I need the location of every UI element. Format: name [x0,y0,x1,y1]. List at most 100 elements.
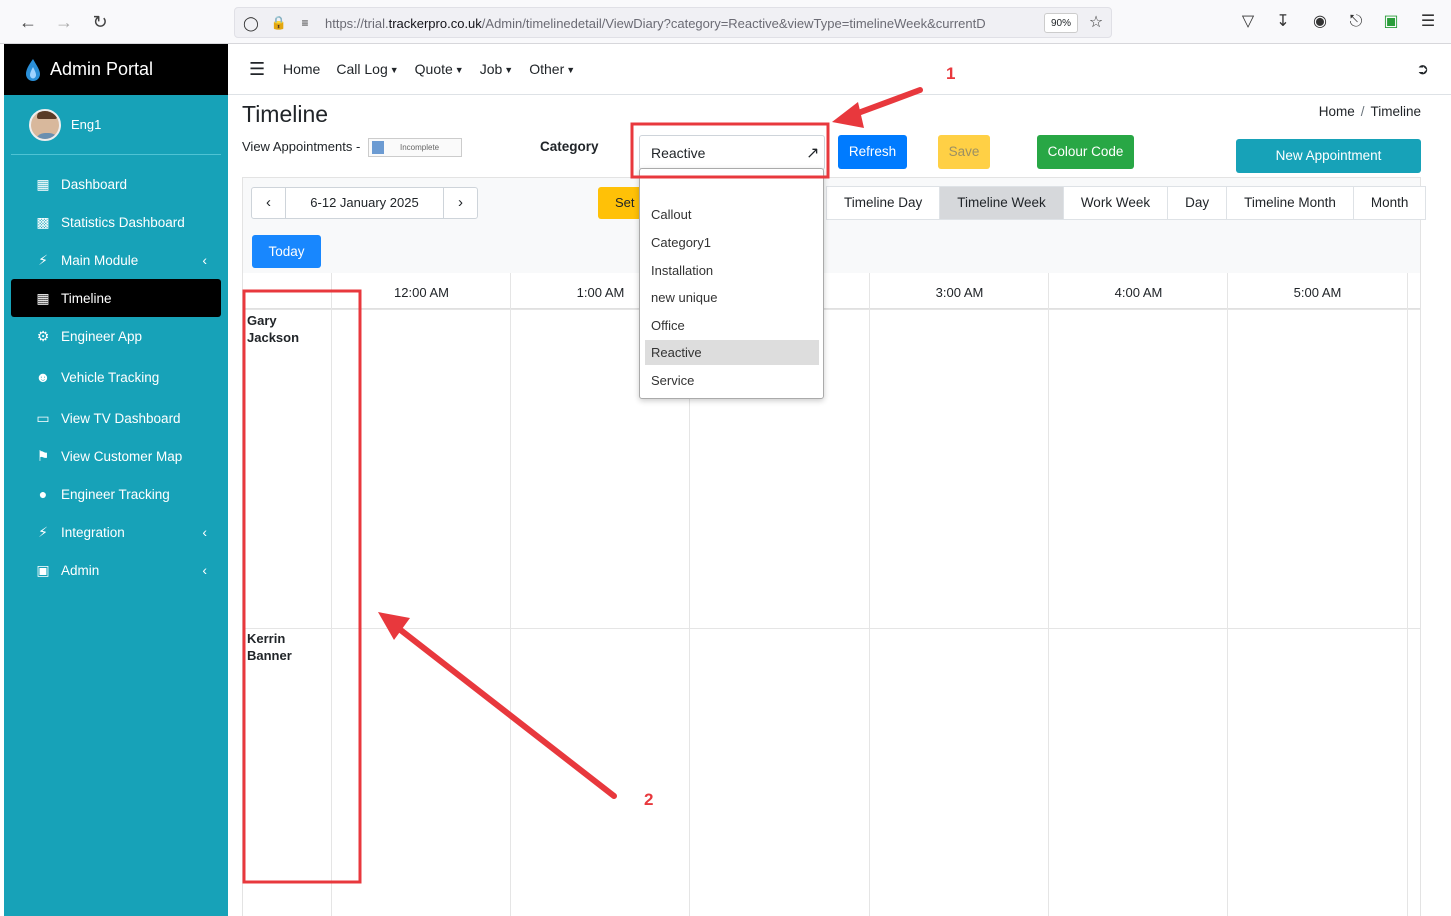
nav-call-log[interactable]: Call Log ▼ [336,61,398,77]
colour-code-button[interactable]: Colour Code [1037,135,1134,169]
date-navigator: ‹ 6-12 January 2025 › [251,187,478,219]
tab-timeline-day[interactable]: Timeline Day [827,187,939,219]
view-tabs: Timeline Day Timeline Week Work Week Day… [826,186,1427,220]
incomplete-toggle[interactable]: Incomplete [368,138,462,157]
tab-month[interactable]: Month [1352,187,1426,219]
sidebar-menu: ▦ Dashboard ▩ Statistics Dashboard ⚡ Mai… [4,165,228,589]
refresh-button[interactable]: Refresh [838,135,907,169]
sidebar-item-label: Statistics Dashboard [61,214,185,230]
sidebar-item-vehicle-tracking[interactable]: ☻ Vehicle Tracking [11,355,221,399]
today-button[interactable]: Today [252,235,321,268]
chevron-right-icon[interactable]: › [444,188,477,218]
tab-timeline-month[interactable]: Timeline Month [1226,187,1353,219]
category-select[interactable]: Reactive [639,135,825,170]
forward-icon[interactable]: → [53,11,75,33]
sidebar-item-label: Main Module [61,252,139,268]
sidebar-item-view-tv-dashboard[interactable]: ▭ View TV Dashboard [11,399,221,437]
category-dropdown: Callout Category1 Installation new uniqu… [639,168,824,399]
dropdown-option[interactable]: Installation [645,258,819,283]
flame-logo-icon [26,58,40,81]
annotation-label-1: 1 [946,64,956,83]
zoom-level[interactable]: 90% [1044,13,1078,33]
breadcrumb: Home / Timeline [1318,104,1421,119]
sidebar-item-engineer-tracking[interactable]: ● Engineer Tracking [11,475,221,513]
address-bar[interactable]: ◯ 🔒 ≡ https://trial.trackerpro.co.uk/Adm… [234,7,1112,38]
dropdown-option[interactable]: new unique [645,285,819,310]
nav-quote[interactable]: Quote ▼ [415,61,464,77]
nav-job[interactable]: Job ▼ [480,61,514,77]
url-text[interactable]: https://trial.trackerpro.co.uk/Admin/tim… [325,16,1037,31]
breadcrumb-home[interactable]: Home [1319,104,1355,119]
sidebar-item-label: Dashboard [61,176,128,192]
dropdown-option-selected[interactable]: Reactive [645,340,819,365]
time-column[interactable]: 5:00 AM [1227,273,1407,916]
sidebar-item-dashboard[interactable]: ▦ Dashboard [11,165,221,203]
caret-down-icon: ▼ [566,65,576,76]
time-label: 12:00 AM [394,285,449,300]
breadcrumb-current: Timeline [1370,104,1421,119]
download-icon[interactable]: ↧ [1273,12,1293,32]
resource-gary-jackson: Gary Jackson [247,313,300,345]
time-column[interactable]: 4:00 AM [1048,273,1227,916]
chevron-left-icon: ‹ [202,252,207,268]
sidebar-item-statistics-dashboard[interactable]: ▩ Statistics Dashboard [11,203,221,241]
sidebar-item-timeline[interactable]: ▦ Timeline [11,279,221,317]
permissions-icon[interactable]: ≡ [295,13,315,33]
arrow-1-head [832,102,864,128]
user-panel[interactable]: Eng1 [11,95,221,155]
tab-day[interactable]: Day [1167,187,1226,219]
bookmark-star-icon[interactable]: ☆ [1086,13,1106,33]
sidebar-item-view-customer-map[interactable]: ⚑ View Customer Map [11,437,221,475]
time-column[interactable]: 3:00 AM [869,273,1048,916]
lock-icon[interactable]: 🔒 [269,13,289,33]
hamburger-icon[interactable]: ☰ [249,59,265,80]
dropdown-option[interactable]: Callout [645,202,819,227]
caret-down-icon: ▼ [454,65,464,76]
grid-icon: ▦ [36,175,50,192]
dropdown-search[interactable] [644,172,820,182]
dropdown-option[interactable]: Category1 [645,230,819,255]
resource-kerrin-banner: Kerrin Banner [247,631,292,663]
row-divider [243,628,1420,629]
time-column[interactable]: 12:00 AM [331,273,510,916]
sidebar-item-main-module[interactable]: ⚡ Main Module ‹ [11,241,221,279]
account-icon[interactable]: ◉ [1310,12,1330,32]
sidebar-item-label: Integration [61,524,125,540]
map-icon: ⚑ [36,447,50,464]
dropdown-option[interactable]: Office [645,313,819,338]
plug-icon: ⚡ [38,523,48,540]
logout-icon[interactable]: ➲ [1416,60,1429,78]
nav-home[interactable]: Home [283,61,320,77]
time-label: 5:00 AM [1293,285,1342,300]
extensions-icon[interactable]: ⎋ [1346,12,1366,32]
chevron-left-icon: ‹ [202,562,207,578]
menu-icon[interactable]: ☰ [1418,12,1438,32]
calendar-icon: ▦ [36,289,50,306]
avatar [29,108,61,141]
brand[interactable]: Admin Portal [4,44,228,95]
nav-other[interactable]: Other ▼ [529,61,575,77]
shield-icon[interactable]: ◯ [241,13,261,33]
sidebar-item-admin[interactable]: ▣ Admin ‹ [11,551,221,589]
caret-down-icon: ▼ [389,65,399,76]
tab-timeline-week[interactable]: Timeline Week [939,187,1063,219]
date-range[interactable]: 6-12 January 2025 [285,188,444,218]
driver-icon: ☻ [35,369,51,385]
save-button[interactable]: Save [938,135,990,169]
extension-green-icon[interactable]: ▣ [1381,12,1401,32]
category-label: Category [540,139,599,154]
sidebar-item-label: Timeline [61,290,112,306]
chevron-left-icon[interactable]: ‹ [252,188,285,218]
reload-icon[interactable]: ↻ [89,11,111,33]
new-appointment-button[interactable]: New Appointment [1236,139,1421,173]
pocket-icon[interactable]: ▽ [1238,12,1258,32]
tab-work-week[interactable]: Work Week [1062,187,1167,219]
sidebar-item-integration[interactable]: ⚡ Integration ‹ [11,513,221,551]
dropdown-option[interactable]: Service [645,368,819,393]
sidebar-item-engineer-app[interactable]: ⚙ Engineer App [11,317,221,355]
sidebar-item-label: View TV Dashboard [61,410,181,426]
back-icon[interactable]: ← [17,11,39,33]
browser-toolbar: ← → ↻ ◯ 🔒 ≡ https://trial.trackerpro.co.… [0,0,1451,44]
set-button[interactable]: Set I [598,187,643,219]
mouse-cursor-icon: ↗ [806,145,820,162]
